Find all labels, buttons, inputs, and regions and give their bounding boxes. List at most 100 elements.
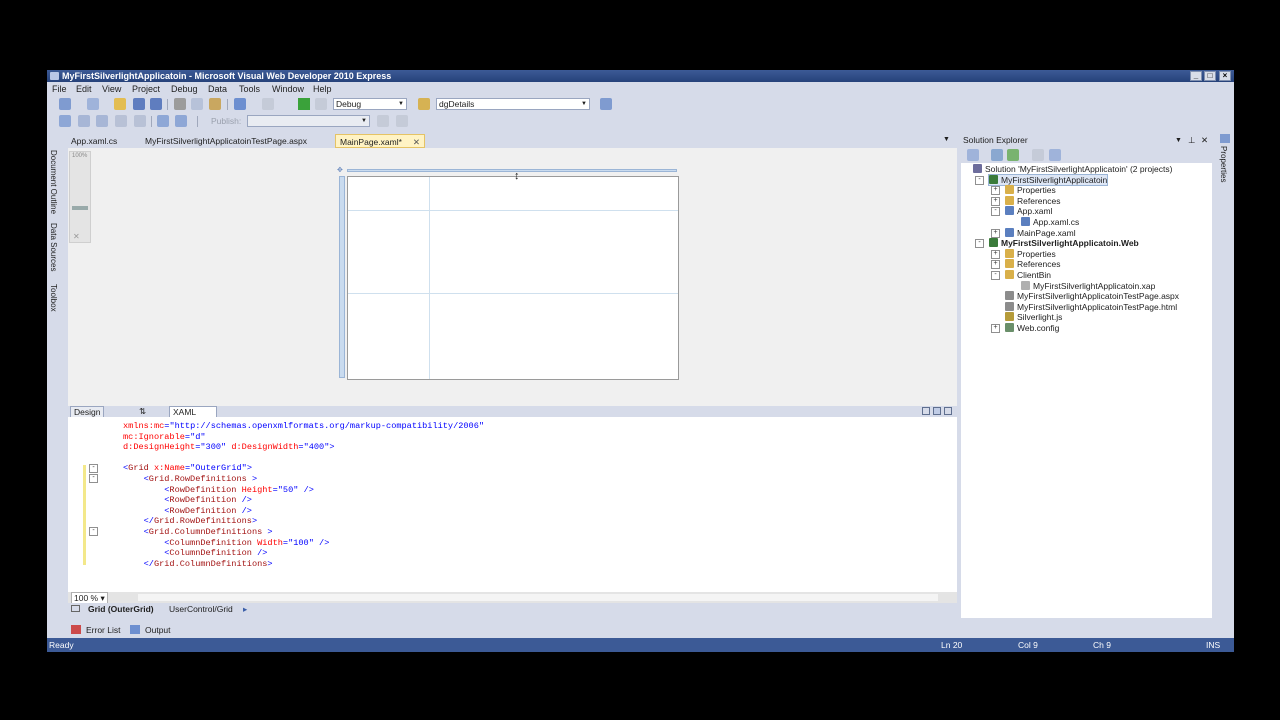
- tree-node[interactable]: Silverlight.js: [1005, 312, 1062, 322]
- expand-icon[interactable]: +: [991, 260, 1000, 270]
- expand-icon[interactable]: +: [991, 249, 1000, 259]
- paste-icon[interactable]: [209, 98, 221, 110]
- tab-error-list[interactable]: Error List: [86, 623, 120, 637]
- menu-tools[interactable]: Tools: [236, 83, 263, 95]
- properties-icon[interactable]: [967, 149, 979, 161]
- tree-node[interactable]: MyFirstSilverlightApplicatoin: [987, 173, 1109, 186]
- tab-app-xaml-cs[interactable]: App.xaml.cs: [67, 134, 121, 148]
- view-icon[interactable]: [59, 115, 71, 127]
- start-debugging-icon[interactable]: [298, 98, 310, 110]
- panel-close-icon[interactable]: ✕: [1201, 134, 1208, 147]
- code-line[interactable]: mc:Ignorable="d": [123, 432, 206, 443]
- collapse-pane-icon[interactable]: [944, 407, 952, 415]
- copy-icon[interactable]: [191, 98, 203, 110]
- close-tab-icon[interactable]: ✕: [413, 135, 420, 149]
- tree-node[interactable]: MyFirstSilverlightApplicatoin.xap: [1021, 280, 1155, 291]
- xaml-code-editor[interactable]: - - - xmlns:mc="http://schemas.openxmlfo…: [68, 417, 977, 592]
- tab-properties[interactable]: Properties: [1219, 146, 1228, 182]
- menu-debug[interactable]: Debug: [168, 83, 201, 95]
- code-line[interactable]: </Grid.RowDefinitions>: [123, 516, 258, 527]
- collapse-grid-icon[interactable]: -: [89, 464, 98, 473]
- font-icon[interactable]: [134, 115, 146, 127]
- grid-adorner-icon[interactable]: ✥: [337, 166, 343, 174]
- swap-panes-icon[interactable]: ⇅: [136, 406, 149, 416]
- tree-node[interactable]: Properties: [1005, 185, 1056, 195]
- code-horizontal-scrollbar[interactable]: [138, 594, 938, 601]
- find-combo[interactable]: dgDetails ▼: [436, 98, 590, 110]
- collapse-coldefs-icon[interactable]: -: [89, 527, 98, 536]
- panel-menu-chevron-icon[interactable]: ▼: [1175, 134, 1182, 147]
- minimize-button[interactable]: _: [1190, 71, 1202, 81]
- menu-edit[interactable]: Edit: [73, 83, 95, 95]
- code-line[interactable]: d:DesignHeight="300" d:DesignWidth="400"…: [123, 442, 335, 453]
- close-button[interactable]: ×: [1219, 71, 1231, 81]
- code-line[interactable]: xmlns:mc="http://schemas.openxmlformats.…: [123, 421, 484, 432]
- code-line[interactable]: <ColumnDefinition />: [123, 548, 267, 559]
- tab-mainpage-xaml[interactable]: MainPage.xaml* ✕: [335, 134, 425, 148]
- show-all-files-icon[interactable]: [991, 149, 1003, 161]
- split-vertical-icon[interactable]: [922, 407, 930, 415]
- expand-icon[interactable]: +: [991, 196, 1000, 206]
- tree-node[interactable]: MyFirstSilverlightApplicatoinTestPage.ht…: [1005, 301, 1177, 312]
- menu-help[interactable]: Help: [310, 83, 335, 95]
- tree-node[interactable]: MyFirstSilverlightApplicatoinTestPage.as…: [1005, 291, 1179, 301]
- code-line[interactable]: <RowDefinition />: [123, 495, 252, 506]
- selected-element[interactable]: Grid (OuterGrid): [88, 603, 154, 615]
- code-line[interactable]: <Grid.RowDefinitions >: [123, 474, 258, 485]
- tab-list-chevron-icon[interactable]: ▼: [943, 136, 950, 143]
- undo-icon[interactable]: [234, 98, 246, 110]
- redo-icon[interactable]: [262, 98, 274, 110]
- title-bar[interactable]: MyFirstSilverlightApplicatoin - Microsof…: [47, 70, 1234, 82]
- collapse-icon[interactable]: -: [975, 239, 984, 249]
- uncomment-icon[interactable]: [175, 115, 187, 127]
- path-chevron-icon[interactable]: ▸: [243, 603, 247, 615]
- split-horizontal-icon[interactable]: [933, 407, 941, 415]
- tree-node[interactable]: MainPage.xaml: [1005, 227, 1076, 238]
- element-path[interactable]: UserControl/Grid: [169, 603, 233, 615]
- publish-combo[interactable]: ▼: [247, 115, 370, 127]
- tab-output[interactable]: Output: [145, 623, 171, 637]
- maximize-button[interactable]: □: [1204, 71, 1216, 81]
- find-in-files-icon[interactable]: [418, 98, 430, 110]
- collapse-icon[interactable]: -: [991, 271, 1000, 280]
- expand-icon[interactable]: +: [991, 228, 1000, 238]
- publish-icon[interactable]: [396, 115, 408, 127]
- row-ruler[interactable]: [339, 176, 345, 378]
- font-size-icon[interactable]: [115, 115, 127, 127]
- tree-node[interactable]: Web.config: [1005, 323, 1059, 333]
- tree-node[interactable]: References: [1005, 259, 1060, 269]
- pin-icon[interactable]: ⊥: [1188, 134, 1195, 147]
- code-line[interactable]: <RowDefinition Height="50" />: [123, 485, 314, 496]
- cut-icon[interactable]: [174, 98, 186, 110]
- collapse-icon[interactable]: -: [975, 175, 984, 185]
- fit-icon[interactable]: ✕: [73, 232, 80, 241]
- tree-node[interactable]: References: [1005, 195, 1060, 206]
- expand-icon[interactable]: +: [991, 186, 1000, 196]
- tab-toolbox[interactable]: Toolbox: [49, 284, 58, 312]
- tree-node[interactable]: Properties: [1005, 248, 1056, 259]
- save-all-icon[interactable]: [150, 98, 162, 110]
- zoom-thumb[interactable]: [72, 206, 88, 210]
- menu-project[interactable]: Project: [129, 83, 163, 95]
- refresh-icon[interactable]: [1007, 149, 1019, 161]
- solution-config-combo[interactable]: Debug ▼: [333, 98, 407, 110]
- code-line[interactable]: <Grid.ColumnDefinitions >: [123, 527, 273, 538]
- collapse-icon[interactable]: -: [991, 207, 1000, 217]
- xaml-designer[interactable]: 100% ✕ ✥ ↕: [68, 148, 957, 406]
- menu-data[interactable]: Data: [205, 83, 230, 95]
- tree-node[interactable]: Solution 'MyFirstSilverlightApplicatoin'…: [973, 164, 1172, 174]
- tree-node[interactable]: ClientBin: [1005, 270, 1051, 280]
- design-canvas[interactable]: [347, 176, 679, 380]
- new-project-icon[interactable]: [59, 98, 71, 110]
- comment-icon[interactable]: [157, 115, 169, 127]
- attach-icon[interactable]: [315, 98, 327, 110]
- code-line[interactable]: <RowDefinition />: [123, 506, 252, 517]
- code-line[interactable]: <ColumnDefinition Width="100" />: [123, 538, 329, 549]
- collapse-rowdefs-icon[interactable]: -: [89, 474, 98, 483]
- menu-file[interactable]: File: [49, 83, 70, 95]
- column-ruler[interactable]: ✥: [337, 166, 680, 174]
- tree-node[interactable]: MyFirstSilverlightApplicatoin.Web: [989, 238, 1139, 248]
- menu-view[interactable]: View: [99, 83, 124, 95]
- tab-data-sources[interactable]: Data Sources: [49, 223, 58, 271]
- zoom-slider[interactable]: 100% ✕: [69, 151, 91, 243]
